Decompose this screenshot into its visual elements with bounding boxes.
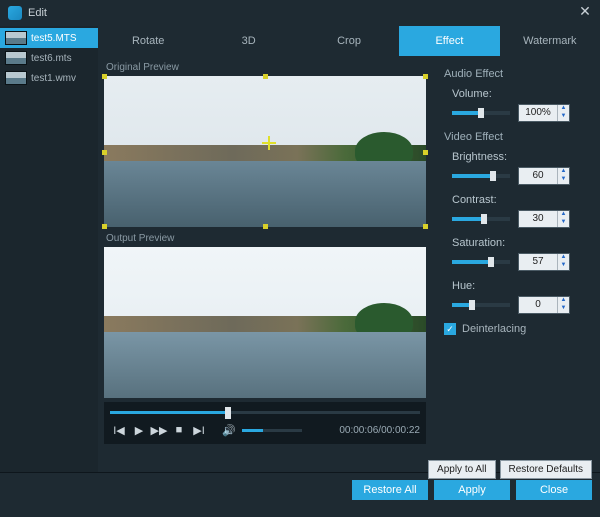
volume-slider[interactable] xyxy=(242,429,302,432)
file-thumb-icon xyxy=(5,51,27,65)
resize-handle[interactable] xyxy=(263,224,268,229)
close-icon[interactable]: ✕ xyxy=(578,6,592,20)
spin-up-icon[interactable]: ▲ xyxy=(558,211,569,219)
tab-bar: Rotate 3D Crop Effect Watermark xyxy=(98,26,600,56)
close-button[interactable]: Close xyxy=(516,480,592,500)
restore-all-button[interactable]: Restore All xyxy=(352,480,428,500)
window-title: Edit xyxy=(28,7,578,19)
deinterlacing-checkbox[interactable]: ✓ Deinterlacing xyxy=(444,323,590,335)
time-display: 00:00:06/00:00:22 xyxy=(339,425,420,436)
check-icon: ✓ xyxy=(444,323,456,335)
contrast-slider[interactable] xyxy=(452,217,510,221)
apply-to-all-button[interactable]: Apply to All xyxy=(428,460,495,479)
title-bar: Edit ✕ xyxy=(0,0,600,26)
play-button[interactable]: ▶ xyxy=(130,422,148,438)
tab-effect[interactable]: Effect xyxy=(399,26,499,56)
deinterlacing-label: Deinterlacing xyxy=(462,323,526,335)
spin-up-icon[interactable]: ▲ xyxy=(558,254,569,262)
apply-button[interactable]: Apply xyxy=(434,480,510,500)
app-logo-icon xyxy=(8,6,22,20)
volume-spinner[interactable]: 100% ▲▼ xyxy=(518,104,570,122)
contrast-label: Contrast: xyxy=(452,194,590,206)
file-item-0[interactable]: test5.MTS xyxy=(0,28,98,48)
file-label: test5.MTS xyxy=(31,33,77,44)
tab-rotate[interactable]: Rotate xyxy=(98,26,198,56)
step-fwd-button[interactable]: ▶▶ xyxy=(150,422,168,438)
spin-up-icon[interactable]: ▲ xyxy=(558,297,569,305)
file-label: test1.wmv xyxy=(31,73,76,84)
volume-icon[interactable]: 🔊 xyxy=(220,422,238,438)
file-item-2[interactable]: test1.wmv xyxy=(0,68,98,88)
contrast-spinner[interactable]: 30▲▼ xyxy=(518,210,570,228)
spin-up-icon[interactable]: ▲ xyxy=(558,168,569,176)
volume-label: Volume: xyxy=(452,88,590,100)
seek-slider[interactable] xyxy=(110,408,420,416)
spin-up-icon[interactable]: ▲ xyxy=(558,105,569,113)
resize-handle[interactable] xyxy=(423,150,428,155)
hue-label: Hue: xyxy=(452,280,590,292)
volume-slider[interactable] xyxy=(452,111,510,115)
video-effect-heading: Video Effect xyxy=(444,131,590,143)
resize-handle[interactable] xyxy=(423,224,428,229)
original-preview-label: Original Preview xyxy=(106,62,426,73)
spin-down-icon[interactable]: ▼ xyxy=(558,113,569,121)
file-thumb-icon xyxy=(5,31,27,45)
tab-3d[interactable]: 3D xyxy=(198,26,298,56)
prev-button[interactable]: I◀ xyxy=(110,422,128,438)
file-label: test6.mts xyxy=(31,53,72,64)
spin-down-icon[interactable]: ▼ xyxy=(558,262,569,270)
effects-panel: Audio Effect Volume: 100% ▲▼ Video Effec… xyxy=(432,56,600,472)
file-item-1[interactable]: test6.mts xyxy=(0,48,98,68)
spin-down-icon[interactable]: ▼ xyxy=(558,176,569,184)
brightness-spinner[interactable]: 60▲▼ xyxy=(518,167,570,185)
hue-slider[interactable] xyxy=(452,303,510,307)
resize-handle[interactable] xyxy=(263,74,268,79)
stop-button[interactable]: ■ xyxy=(170,422,188,438)
output-preview-label: Output Preview xyxy=(106,233,426,244)
saturation-spinner[interactable]: 57▲▼ xyxy=(518,253,570,271)
file-thumb-icon xyxy=(5,71,27,85)
resize-handle[interactable] xyxy=(423,74,428,79)
spin-down-icon[interactable]: ▼ xyxy=(558,219,569,227)
audio-effect-heading: Audio Effect xyxy=(444,68,590,80)
transport-bar: I◀ ▶ ▶▶ ■ ▶I 🔊 00:00:06/00:00:22 xyxy=(104,402,426,444)
restore-defaults-button[interactable]: Restore Defaults xyxy=(500,460,592,479)
spin-down-icon[interactable]: ▼ xyxy=(558,305,569,313)
next-button[interactable]: ▶I xyxy=(190,422,208,438)
file-sidebar: test5.MTS test6.mts test1.wmv xyxy=(0,26,98,472)
crosshair-icon xyxy=(262,136,276,150)
hue-spinner[interactable]: 0▲▼ xyxy=(518,296,570,314)
tab-crop[interactable]: Crop xyxy=(299,26,399,56)
brightness-slider[interactable] xyxy=(452,174,510,178)
tab-watermark[interactable]: Watermark xyxy=(500,26,600,56)
saturation-label: Saturation: xyxy=(452,237,590,249)
brightness-label: Brightness: xyxy=(452,151,590,163)
resize-handle[interactable] xyxy=(102,224,107,229)
saturation-slider[interactable] xyxy=(452,260,510,264)
original-preview[interactable] xyxy=(104,76,426,227)
resize-handle[interactable] xyxy=(102,74,107,79)
resize-handle[interactable] xyxy=(102,150,107,155)
output-preview xyxy=(104,247,426,398)
